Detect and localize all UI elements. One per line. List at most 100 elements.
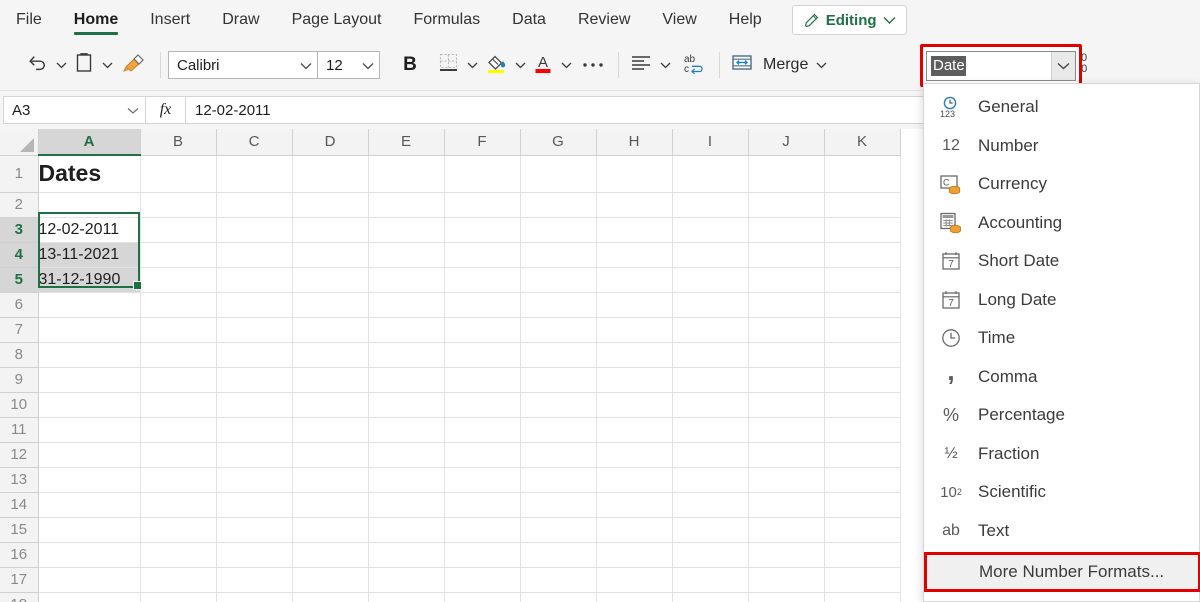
paste-dropdown-caret[interactable] xyxy=(98,47,116,83)
menu-item-accounting[interactable]: Accounting xyxy=(924,204,1199,243)
cell-J7[interactable] xyxy=(748,317,824,342)
cell-A13[interactable] xyxy=(38,467,140,492)
cell-H15[interactable] xyxy=(596,517,672,542)
cell-F9[interactable] xyxy=(444,367,520,392)
cell-E7[interactable] xyxy=(368,317,444,342)
cell-B1[interactable] xyxy=(140,155,216,192)
cell-J4[interactable] xyxy=(748,242,824,267)
cell-H6[interactable] xyxy=(596,292,672,317)
row-header-6[interactable]: 6 xyxy=(0,292,38,317)
cell-A1[interactable]: Dates xyxy=(38,155,140,192)
cell-C9[interactable] xyxy=(216,367,292,392)
column-header-j[interactable]: J xyxy=(748,129,824,155)
cell-G6[interactable] xyxy=(520,292,596,317)
cell-H8[interactable] xyxy=(596,342,672,367)
column-header-b[interactable]: B xyxy=(140,129,216,155)
menu-item-percentage[interactable]: % Percentage xyxy=(924,396,1199,435)
cell-G16[interactable] xyxy=(520,542,596,567)
cell-D5[interactable] xyxy=(292,267,368,292)
cell-J3[interactable] xyxy=(748,217,824,242)
cell-F1[interactable] xyxy=(444,155,520,192)
tab-insert[interactable]: Insert xyxy=(134,0,206,40)
cell-H5[interactable] xyxy=(596,267,672,292)
cell-D2[interactable] xyxy=(292,192,368,217)
cell-A8[interactable] xyxy=(38,342,140,367)
cell-D9[interactable] xyxy=(292,367,368,392)
cell-F8[interactable] xyxy=(444,342,520,367)
cell-B13[interactable] xyxy=(140,467,216,492)
cell-E11[interactable] xyxy=(368,417,444,442)
column-header-d[interactable]: D xyxy=(292,129,368,155)
cell-B15[interactable] xyxy=(140,517,216,542)
cell-K18[interactable] xyxy=(824,592,900,602)
row-header-10[interactable]: 10 xyxy=(0,392,38,417)
row-header-7[interactable]: 7 xyxy=(0,317,38,342)
cell-A11[interactable] xyxy=(38,417,140,442)
cell-C15[interactable] xyxy=(216,517,292,542)
cell-E2[interactable] xyxy=(368,192,444,217)
cell-B6[interactable] xyxy=(140,292,216,317)
cell-E13[interactable] xyxy=(368,467,444,492)
row-header-12[interactable]: 12 xyxy=(0,442,38,467)
cell-C2[interactable] xyxy=(216,192,292,217)
cell-F10[interactable] xyxy=(444,392,520,417)
cell-H12[interactable] xyxy=(596,442,672,467)
tab-draw[interactable]: Draw xyxy=(206,0,275,40)
cell-K1[interactable] xyxy=(824,155,900,192)
paste-button[interactable] xyxy=(70,47,98,83)
cell-A5[interactable]: 31-12-1990 xyxy=(38,267,140,292)
cell-A17[interactable] xyxy=(38,567,140,592)
cell-B14[interactable] xyxy=(140,492,216,517)
cell-A16[interactable] xyxy=(38,542,140,567)
cell-G3[interactable] xyxy=(520,217,596,242)
undo-dropdown-caret[interactable] xyxy=(52,47,70,83)
cell-I1[interactable] xyxy=(672,155,748,192)
cell-I14[interactable] xyxy=(672,492,748,517)
cell-C11[interactable] xyxy=(216,417,292,442)
cell-D16[interactable] xyxy=(292,542,368,567)
row-header-11[interactable]: 11 xyxy=(0,417,38,442)
cell-B2[interactable] xyxy=(140,192,216,217)
cell-D6[interactable] xyxy=(292,292,368,317)
cell-D4[interactable] xyxy=(292,242,368,267)
cell-F12[interactable] xyxy=(444,442,520,467)
cell-B5[interactable] xyxy=(140,267,216,292)
menu-item-text[interactable]: ab Text xyxy=(924,512,1199,551)
cell-E17[interactable] xyxy=(368,567,444,592)
cell-D17[interactable] xyxy=(292,567,368,592)
font-name-combo[interactable]: Calibri xyxy=(168,51,318,79)
number-format-dropdown-caret[interactable] xyxy=(1051,52,1075,80)
cell-E5[interactable] xyxy=(368,267,444,292)
cell-G17[interactable] xyxy=(520,567,596,592)
cell-G10[interactable] xyxy=(520,392,596,417)
cell-B3[interactable] xyxy=(140,217,216,242)
cell-F17[interactable] xyxy=(444,567,520,592)
cell-A9[interactable] xyxy=(38,367,140,392)
cell-H10[interactable] xyxy=(596,392,672,417)
column-header-i[interactable]: I xyxy=(672,129,748,155)
cell-E16[interactable] xyxy=(368,542,444,567)
cell-A6[interactable] xyxy=(38,292,140,317)
cell-E10[interactable] xyxy=(368,392,444,417)
borders-dropdown-caret[interactable] xyxy=(463,47,481,83)
cell-C3[interactable] xyxy=(216,217,292,242)
cell-K11[interactable] xyxy=(824,417,900,442)
cell-B16[interactable] xyxy=(140,542,216,567)
cell-D12[interactable] xyxy=(292,442,368,467)
cell-A10[interactable] xyxy=(38,392,140,417)
cell-G12[interactable] xyxy=(520,442,596,467)
font-color-dropdown-caret[interactable] xyxy=(557,47,575,83)
cell-F6[interactable] xyxy=(444,292,520,317)
cell-K14[interactable] xyxy=(824,492,900,517)
cell-E12[interactable] xyxy=(368,442,444,467)
cell-B4[interactable] xyxy=(140,242,216,267)
row-header-2[interactable]: 2 xyxy=(0,192,38,217)
column-header-a[interactable]: A xyxy=(38,129,140,155)
borders-button[interactable] xyxy=(434,47,463,83)
cell-J14[interactable] xyxy=(748,492,824,517)
cell-E3[interactable] xyxy=(368,217,444,242)
cell-B17[interactable] xyxy=(140,567,216,592)
tab-file[interactable]: File xyxy=(0,0,58,40)
cell-H16[interactable] xyxy=(596,542,672,567)
menu-item-general[interactable]: 123 General xyxy=(924,88,1199,127)
